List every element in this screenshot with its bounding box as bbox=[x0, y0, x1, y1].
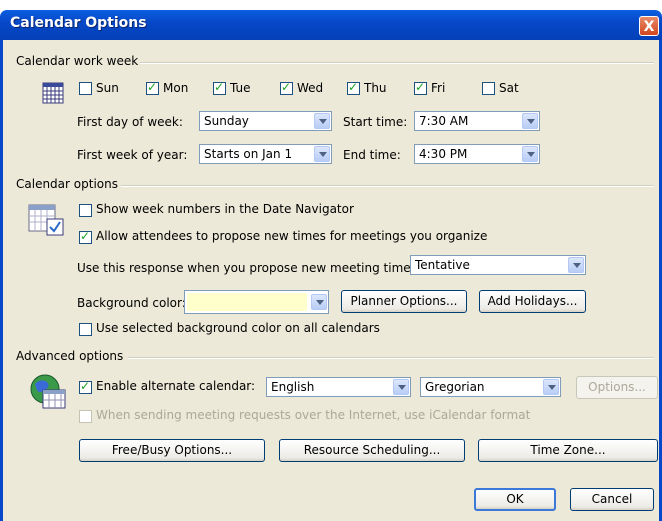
close-button[interactable]: X bbox=[639, 16, 659, 36]
day-label-mon: Mon bbox=[163, 81, 189, 95]
day-label-thu: Thu bbox=[364, 81, 387, 95]
start-time-select[interactable]: 7:30 AM bbox=[414, 111, 540, 131]
show-week-numbers-checkbox[interactable] bbox=[79, 204, 92, 217]
first-day-label: First day of week: bbox=[77, 115, 183, 129]
chevron-down-icon bbox=[393, 379, 409, 395]
cancel-button[interactable]: Cancel bbox=[570, 488, 654, 511]
icalendar-checkbox[interactable] bbox=[79, 410, 92, 423]
chevron-down-icon bbox=[543, 379, 559, 395]
options-button[interactable]: Options... bbox=[576, 376, 658, 399]
checkbox-thu[interactable] bbox=[347, 80, 360, 95]
calendar-options-section-label: Calendar options bbox=[16, 177, 118, 191]
language-value: English bbox=[271, 380, 315, 394]
show-week-numbers-label: Show week numbers in the Date Navigator bbox=[96, 202, 354, 216]
section-divider bbox=[140, 62, 654, 64]
advanced-section-label: Advanced options bbox=[16, 349, 124, 363]
response-select[interactable]: Tentative bbox=[410, 255, 586, 275]
window-title: Calendar Options bbox=[10, 15, 147, 31]
calendar-grid-icon bbox=[42, 82, 64, 104]
alt-calendar-checkbox[interactable] bbox=[79, 379, 92, 394]
allow-propose-checkbox[interactable] bbox=[79, 229, 92, 244]
checkbox-fri[interactable] bbox=[414, 80, 427, 95]
language-select[interactable]: English bbox=[266, 377, 411, 397]
first-day-select[interactable]: Sunday bbox=[199, 111, 332, 131]
checkbox-sun[interactable] bbox=[79, 82, 92, 95]
chevron-down-icon bbox=[522, 146, 538, 162]
time-zone-button[interactable]: Time Zone... bbox=[478, 439, 658, 462]
resource-scheduling-button[interactable]: Resource Scheduling... bbox=[279, 439, 465, 462]
bg-color-label: Background color: bbox=[77, 296, 186, 310]
add-holidays-button[interactable]: Add Holidays... bbox=[479, 290, 586, 313]
first-week-select[interactable]: Starts on Jan 1 bbox=[199, 144, 332, 164]
use-bg-all-label: Use selected background color on all cal… bbox=[96, 321, 380, 335]
use-bg-all-checkbox[interactable] bbox=[79, 323, 92, 336]
calendar-check-icon bbox=[27, 203, 67, 237]
section-divider bbox=[121, 185, 654, 187]
chevron-down-icon bbox=[568, 257, 584, 273]
allow-propose-label: Allow attendees to propose new times for… bbox=[96, 229, 488, 243]
day-label-tue: Tue bbox=[230, 81, 251, 95]
end-time-label: End time: bbox=[343, 148, 401, 162]
response-value: Tentative bbox=[415, 258, 470, 272]
end-time-value: 4:30 PM bbox=[419, 147, 468, 161]
first-day-value: Sunday bbox=[204, 114, 249, 128]
checkbox-wed[interactable] bbox=[280, 80, 293, 95]
free-busy-options-button[interactable]: Free/Busy Options... bbox=[79, 439, 265, 462]
planner-options-button[interactable]: Planner Options... bbox=[341, 290, 467, 313]
bg-color-select[interactable] bbox=[184, 290, 329, 314]
day-label-wed: Wed bbox=[297, 81, 324, 95]
day-label-fri: Fri bbox=[431, 81, 446, 95]
first-week-value: Starts on Jan 1 bbox=[204, 147, 293, 161]
work-week-section-label: Calendar work week bbox=[16, 54, 139, 68]
color-swatch bbox=[187, 293, 307, 311]
chevron-down-icon bbox=[314, 146, 330, 162]
section-divider bbox=[128, 357, 654, 359]
checkbox-tue[interactable] bbox=[213, 80, 226, 95]
chevron-down-icon bbox=[311, 294, 327, 310]
ok-button[interactable]: OK bbox=[474, 488, 556, 511]
calendar-type-value: Gregorian bbox=[425, 380, 485, 394]
chevron-down-icon bbox=[522, 113, 538, 129]
calendar-type-select[interactable]: Gregorian bbox=[420, 377, 561, 397]
checkbox-sat[interactable] bbox=[482, 82, 495, 95]
day-label-sat: Sat bbox=[499, 81, 519, 95]
day-label-sun: Sun bbox=[96, 81, 119, 95]
icalendar-label: When sending meeting requests over the I… bbox=[96, 408, 531, 422]
end-time-select[interactable]: 4:30 PM bbox=[414, 144, 540, 164]
chevron-down-icon bbox=[314, 113, 330, 129]
start-time-label: Start time: bbox=[343, 115, 408, 129]
first-week-label: First week of year: bbox=[77, 148, 188, 162]
globe-calendar-icon bbox=[29, 372, 69, 412]
start-time-value: 7:30 AM bbox=[419, 114, 469, 128]
checkbox-mon[interactable] bbox=[146, 80, 159, 95]
response-label: Use this response when you propose new m… bbox=[77, 261, 421, 275]
alt-calendar-label: Enable alternate calendar: bbox=[96, 379, 256, 393]
